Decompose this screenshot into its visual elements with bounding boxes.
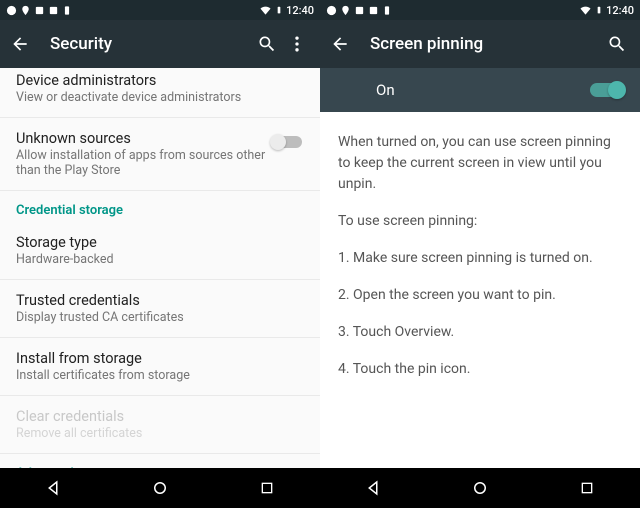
description-area: When turned on, you can use screen pinni… bbox=[320, 112, 640, 468]
item-storage-type[interactable]: Storage type Hardware-backed bbox=[0, 222, 320, 280]
nav-home[interactable] bbox=[140, 468, 180, 508]
status-time: 12:40 bbox=[286, 4, 314, 17]
overflow-button[interactable] bbox=[282, 29, 312, 59]
nav-back[interactable] bbox=[353, 468, 393, 508]
app-bar: Security bbox=[0, 20, 320, 68]
item-device-administrators[interactable]: Device administrators View or deactivate… bbox=[0, 68, 320, 118]
item-clear-credentials: Clear credentials Remove all certificate… bbox=[0, 396, 320, 454]
item-primary: Device administrators bbox=[16, 72, 304, 89]
category-advanced: Advanced bbox=[0, 454, 320, 468]
item-primary: Unknown sources bbox=[16, 130, 272, 147]
nav-back[interactable] bbox=[33, 468, 73, 508]
nav-overview[interactable] bbox=[567, 468, 607, 508]
nav-overview[interactable] bbox=[247, 468, 287, 508]
battery-icon bbox=[595, 4, 603, 16]
item-secondary: Hardware-backed bbox=[16, 252, 304, 267]
desc-step2: 2. Open the screen you want to pin. bbox=[338, 285, 622, 306]
item-trusted-credentials[interactable]: Trusted credentials Display trusted CA c… bbox=[0, 280, 320, 338]
desc-step4: 4. Touch the pin icon. bbox=[338, 359, 622, 380]
app-bar: Screen pinning bbox=[320, 20, 640, 68]
nav-bar bbox=[320, 468, 640, 508]
back-button[interactable] bbox=[328, 32, 352, 56]
toggle-label: On bbox=[376, 81, 590, 99]
page-title: Security bbox=[50, 34, 252, 54]
notif-icon bbox=[340, 5, 351, 16]
screen-pinning-switch[interactable] bbox=[590, 83, 624, 97]
desc-step3: 3. Touch Overview. bbox=[338, 322, 622, 343]
nav-bar bbox=[0, 468, 320, 508]
item-primary: Clear credentials bbox=[16, 408, 304, 425]
item-secondary: View or deactivate device administrators bbox=[16, 90, 304, 105]
item-install-from-storage[interactable]: Install from storage Install certificate… bbox=[0, 338, 320, 396]
item-unknown-sources[interactable]: Unknown sources Allow installation of ap… bbox=[0, 118, 320, 191]
search-button[interactable] bbox=[252, 29, 282, 59]
notif-icon bbox=[20, 5, 31, 16]
back-button[interactable] bbox=[8, 32, 32, 56]
toggle-row[interactable]: On bbox=[320, 68, 640, 112]
desc-step1: 1. Make sure screen pinning is turned on… bbox=[338, 248, 622, 269]
page-title: Screen pinning bbox=[370, 34, 602, 54]
notif-icon bbox=[354, 5, 365, 16]
category-credential-storage: Credential storage bbox=[0, 191, 320, 222]
desc-howto: To use screen pinning: bbox=[338, 211, 622, 232]
item-secondary: Install certificates from storage bbox=[16, 368, 304, 383]
search-button[interactable] bbox=[602, 29, 632, 59]
item-primary: Trusted credentials bbox=[16, 292, 304, 309]
wifi-icon bbox=[259, 5, 272, 16]
status-time: 12:40 bbox=[606, 4, 634, 17]
item-primary: Install from storage bbox=[16, 350, 304, 367]
notif-icon bbox=[34, 5, 45, 16]
status-bar: 12:40 bbox=[0, 0, 320, 20]
status-bar: 12:40 bbox=[320, 0, 640, 20]
wifi-icon bbox=[579, 5, 592, 16]
notif-icon bbox=[368, 5, 379, 16]
item-secondary: Remove all certificates bbox=[16, 426, 304, 441]
notif-icon bbox=[62, 5, 72, 16]
desc-intro: When turned on, you can use screen pinni… bbox=[338, 132, 622, 195]
notif-icon bbox=[6, 5, 17, 16]
notif-icon bbox=[48, 5, 59, 16]
screen-pinning-screen: 12:40 Screen pinning On When turned on, … bbox=[320, 0, 640, 508]
settings-list: Device administrators View or deactivate… bbox=[0, 68, 320, 468]
battery-icon bbox=[275, 4, 283, 16]
item-primary: Storage type bbox=[16, 234, 304, 251]
unknown-sources-switch[interactable] bbox=[272, 136, 302, 148]
item-secondary: Allow installation of apps from sources … bbox=[16, 148, 272, 178]
nav-home[interactable] bbox=[460, 468, 500, 508]
notif-icon bbox=[326, 5, 337, 16]
notif-icon bbox=[382, 5, 392, 16]
item-secondary: Display trusted CA certificates bbox=[16, 310, 304, 325]
security-screen: 12:40 Security Device administrators Vie… bbox=[0, 0, 320, 508]
